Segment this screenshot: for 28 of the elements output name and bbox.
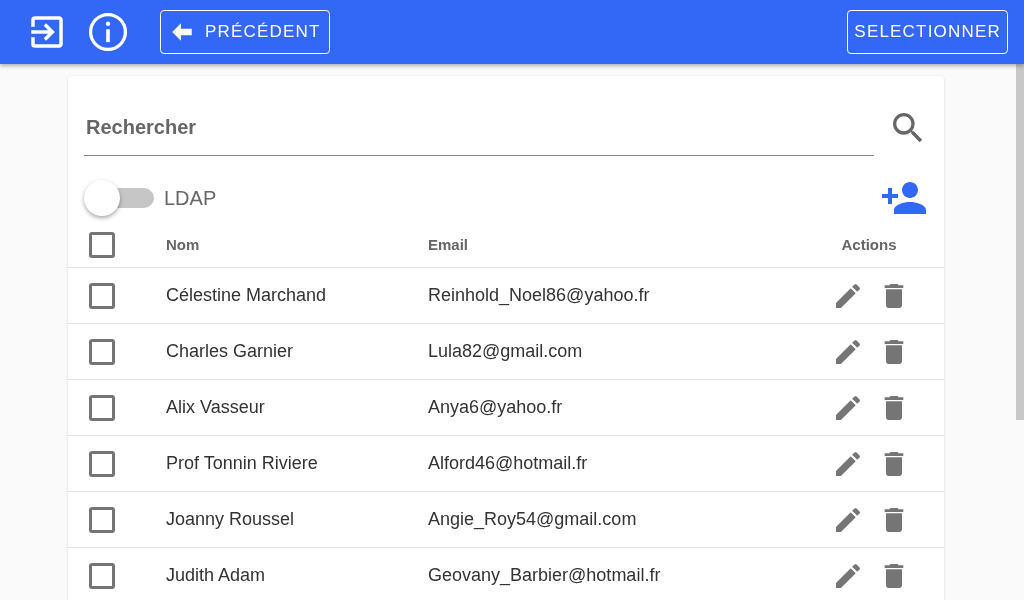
- name-cell-text: Prof Tonnin Riviere: [166, 453, 319, 474]
- row-checkbox[interactable]: [89, 450, 115, 477]
- row-checkbox[interactable]: [89, 394, 115, 421]
- row-checkbox[interactable]: [89, 562, 115, 589]
- email-cell-text: Anya6@yahoo.fr: [428, 397, 564, 418]
- ldap-switch[interactable]: [84, 180, 154, 216]
- column-header: Actions: [840, 236, 898, 253]
- select-all-checkbox[interactable]: [89, 231, 115, 258]
- info-icon[interactable]: [86, 10, 130, 54]
- email-cell-text: Reinhold_Noel86@yahoo.fr: [428, 285, 651, 306]
- column-header: Nom: [166, 236, 201, 253]
- name-cell-text: Célestine Marchand: [166, 285, 328, 306]
- name-cell-text: Charles Garnier: [166, 341, 295, 362]
- email-cell-text: Alford46@hotmail.fr: [428, 453, 589, 474]
- ldap-label: LDAP: [164, 186, 217, 210]
- row-checkbox[interactable]: [89, 338, 115, 365]
- scrollbar[interactable]: [1016, 64, 1024, 420]
- email-cell-text: Geovany_Barbier@hotmail.fr: [428, 565, 662, 586]
- column-header: Email: [428, 236, 470, 253]
- row-checkbox[interactable]: [89, 506, 115, 533]
- name-cell-text: Joanny Roussel: [166, 509, 296, 530]
- back-button[interactable]: PRÉCÉDENT: [160, 10, 330, 54]
- row-checkbox[interactable]: [89, 282, 115, 309]
- name-cell-text: Judith Adam: [166, 565, 267, 586]
- email-cell-text: Lula82@gmail.com: [428, 341, 584, 362]
- email-cell-text: Angie_Roy54@gmail.com: [428, 509, 638, 530]
- select-button[interactable]: SELECTIONNER: [847, 10, 1008, 54]
- name-cell-text: Alix Vasseur: [166, 397, 266, 418]
